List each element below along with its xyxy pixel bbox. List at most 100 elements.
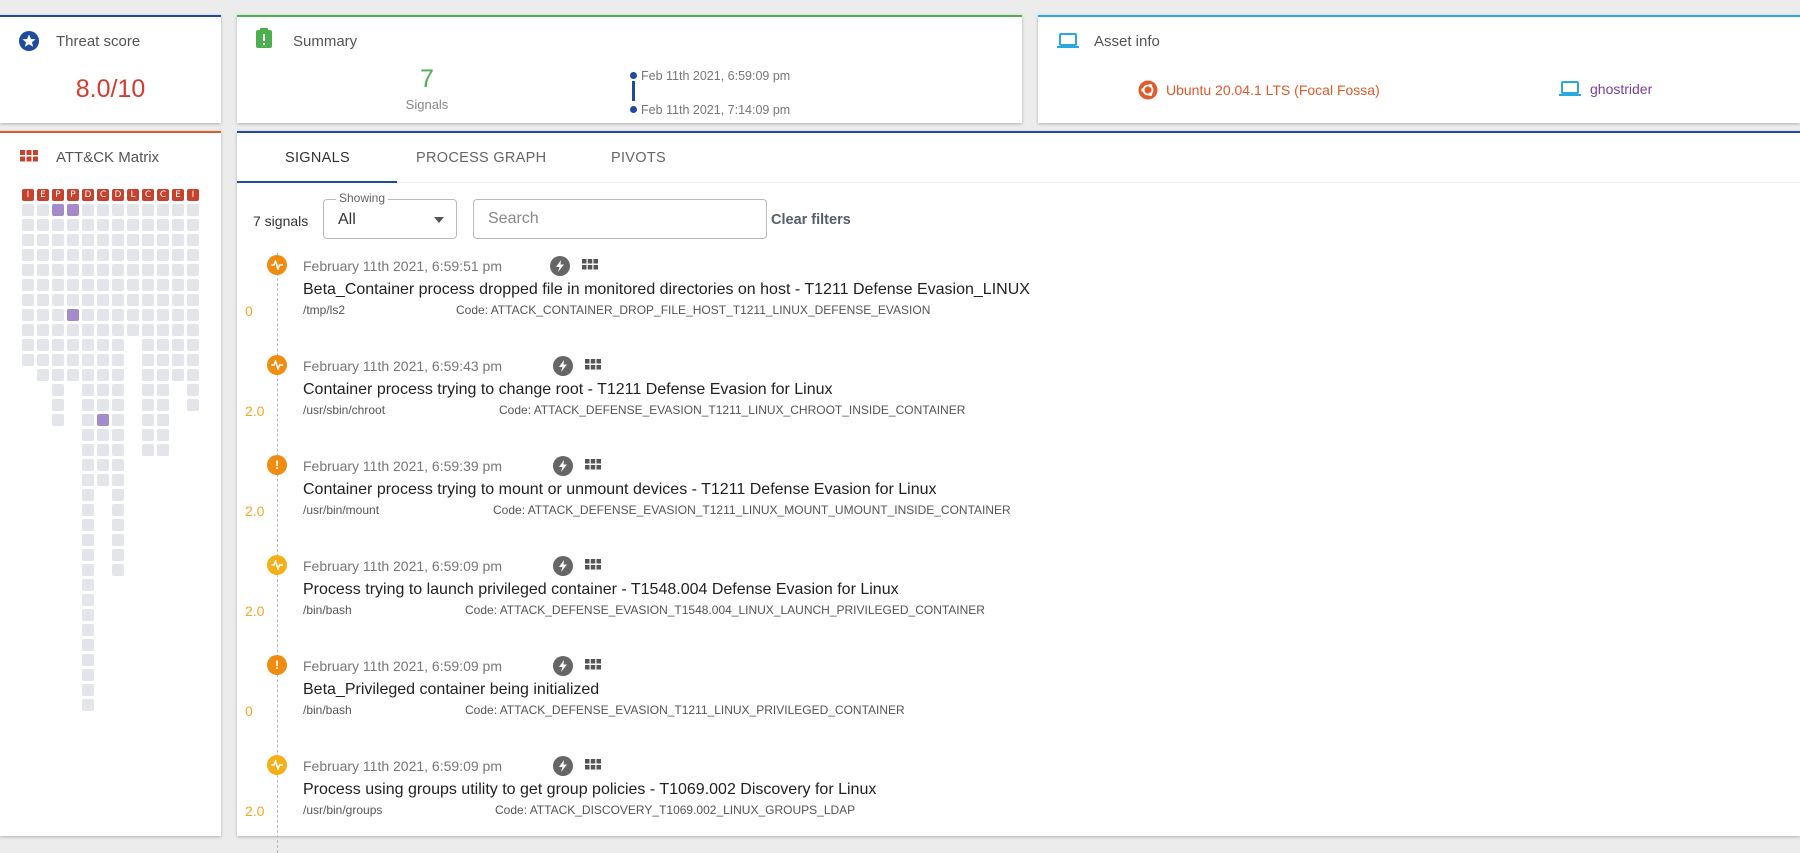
technique-cell[interactable] — [37, 279, 49, 291]
technique-cell[interactable] — [172, 324, 184, 336]
technique-cell[interactable] — [157, 369, 169, 381]
technique-cell[interactable] — [82, 264, 94, 276]
technique-cell[interactable] — [82, 564, 94, 576]
technique-cell[interactable] — [172, 249, 184, 261]
asset-os[interactable]: Ubuntu 20.04.1 LTS (Focal Fossa) — [1138, 80, 1380, 100]
technique-cell[interactable] — [82, 624, 94, 636]
technique-cell[interactable] — [142, 279, 154, 291]
bolt-icon[interactable] — [550, 256, 570, 276]
technique-cell[interactable] — [142, 354, 154, 366]
technique-cell[interactable] — [112, 369, 124, 381]
technique-cell[interactable] — [112, 279, 124, 291]
technique-cell[interactable] — [187, 279, 199, 291]
technique-cell[interactable] — [97, 429, 109, 441]
bolt-icon[interactable] — [553, 556, 573, 576]
technique-cell[interactable] — [37, 339, 49, 351]
technique-cell[interactable] — [187, 339, 199, 351]
technique-cell[interactable] — [37, 219, 49, 231]
signal-title[interactable]: Container process trying to change root … — [303, 381, 832, 399]
technique-cell[interactable] — [82, 504, 94, 516]
technique-cell[interactable] — [142, 219, 154, 231]
technique-cell[interactable] — [127, 219, 139, 231]
signal-row[interactable]: 2.0 February 11th 2021, 6:59:43 pm Contain… — [237, 353, 1800, 453]
tactic-header[interactable]: I — [187, 189, 199, 201]
technique-cell[interactable] — [187, 234, 199, 246]
technique-cell[interactable] — [112, 354, 124, 366]
technique-cell[interactable] — [112, 414, 124, 426]
technique-cell[interactable] — [112, 549, 124, 561]
technique-cell[interactable] — [52, 414, 64, 426]
technique-cell[interactable] — [67, 339, 79, 351]
technique-cell[interactable] — [142, 399, 154, 411]
technique-cell[interactable] — [142, 384, 154, 396]
technique-cell[interactable] — [112, 309, 124, 321]
technique-cell[interactable] — [22, 324, 34, 336]
signal-row[interactable]: 0 February 11th 2021, 6:59:51 pm Beta_Cont… — [237, 253, 1800, 353]
bolt-icon[interactable] — [553, 756, 573, 776]
signal-row[interactable]: 0! February 11th 2021, 6:59:09 pm Beta_Pri… — [237, 653, 1800, 753]
technique-cell[interactable] — [82, 639, 94, 651]
technique-cell[interactable] — [142, 264, 154, 276]
technique-cell[interactable] — [142, 294, 154, 306]
technique-cell[interactable] — [67, 249, 79, 261]
technique-cell[interactable] — [112, 249, 124, 261]
technique-cell[interactable] — [112, 444, 124, 456]
technique-cell[interactable] — [82, 669, 94, 681]
technique-cell[interactable] — [142, 309, 154, 321]
technique-cell[interactable] — [52, 384, 64, 396]
technique-cell[interactable] — [82, 654, 94, 666]
technique-cell[interactable] — [127, 309, 139, 321]
clear-filters-button[interactable]: Clear filters — [771, 212, 851, 228]
technique-cell[interactable] — [112, 489, 124, 501]
technique-cell[interactable] — [82, 549, 94, 561]
technique-cell[interactable] — [157, 414, 169, 426]
signal-title[interactable]: Process trying to launch privileged cont… — [303, 581, 899, 599]
technique-cell[interactable] — [82, 354, 94, 366]
technique-cell[interactable] — [172, 279, 184, 291]
technique-cell[interactable] — [157, 249, 169, 261]
technique-cell[interactable] — [82, 279, 94, 291]
technique-cell[interactable] — [22, 219, 34, 231]
tactic-header[interactable]: E — [37, 189, 49, 201]
bolt-icon[interactable] — [553, 456, 573, 476]
technique-cell[interactable] — [172, 294, 184, 306]
technique-cell[interactable] — [112, 294, 124, 306]
technique-cell[interactable] — [52, 309, 64, 321]
signal-row[interactable]: 2.0 February 11th 2021, 6:59:09 pm Process… — [237, 753, 1800, 853]
technique-cell[interactable] — [187, 369, 199, 381]
technique-cell[interactable] — [37, 234, 49, 246]
technique-cell[interactable] — [157, 219, 169, 231]
technique-cell[interactable] — [82, 309, 94, 321]
technique-cell[interactable] — [67, 234, 79, 246]
technique-cell[interactable] — [82, 294, 94, 306]
technique-cell[interactable] — [97, 384, 109, 396]
technique-cell[interactable] — [37, 354, 49, 366]
signal-row[interactable]: 2.0! February 11th 2021, 6:59:39 pm Contai… — [237, 453, 1800, 553]
tactic-header[interactable]: L — [127, 189, 139, 201]
technique-cell[interactable] — [97, 324, 109, 336]
technique-cell[interactable] — [67, 264, 79, 276]
technique-cell[interactable] — [142, 444, 154, 456]
technique-cell[interactable] — [97, 339, 109, 351]
technique-cell[interactable] — [97, 204, 109, 216]
technique-cell[interactable] — [82, 474, 94, 486]
technique-cell[interactable] — [142, 414, 154, 426]
tactic-header[interactable]: D — [82, 189, 94, 201]
technique-cell[interactable] — [82, 384, 94, 396]
technique-cell[interactable] — [82, 429, 94, 441]
bolt-icon[interactable] — [553, 356, 573, 376]
technique-cell[interactable] — [97, 354, 109, 366]
technique-cell[interactable] — [82, 594, 94, 606]
technique-cell[interactable] — [97, 234, 109, 246]
grid-icon[interactable] — [585, 558, 601, 574]
technique-cell[interactable] — [157, 339, 169, 351]
signal-row[interactable]: 2.0 February 11th 2021, 6:59:09 pm Process… — [237, 553, 1800, 653]
technique-cell[interactable] — [82, 339, 94, 351]
technique-cell[interactable] — [82, 489, 94, 501]
technique-cell[interactable] — [82, 699, 94, 711]
technique-cell[interactable] — [112, 234, 124, 246]
technique-cell[interactable] — [157, 399, 169, 411]
technique-cell[interactable] — [187, 219, 199, 231]
technique-cell[interactable] — [37, 309, 49, 321]
technique-cell[interactable] — [82, 369, 94, 381]
